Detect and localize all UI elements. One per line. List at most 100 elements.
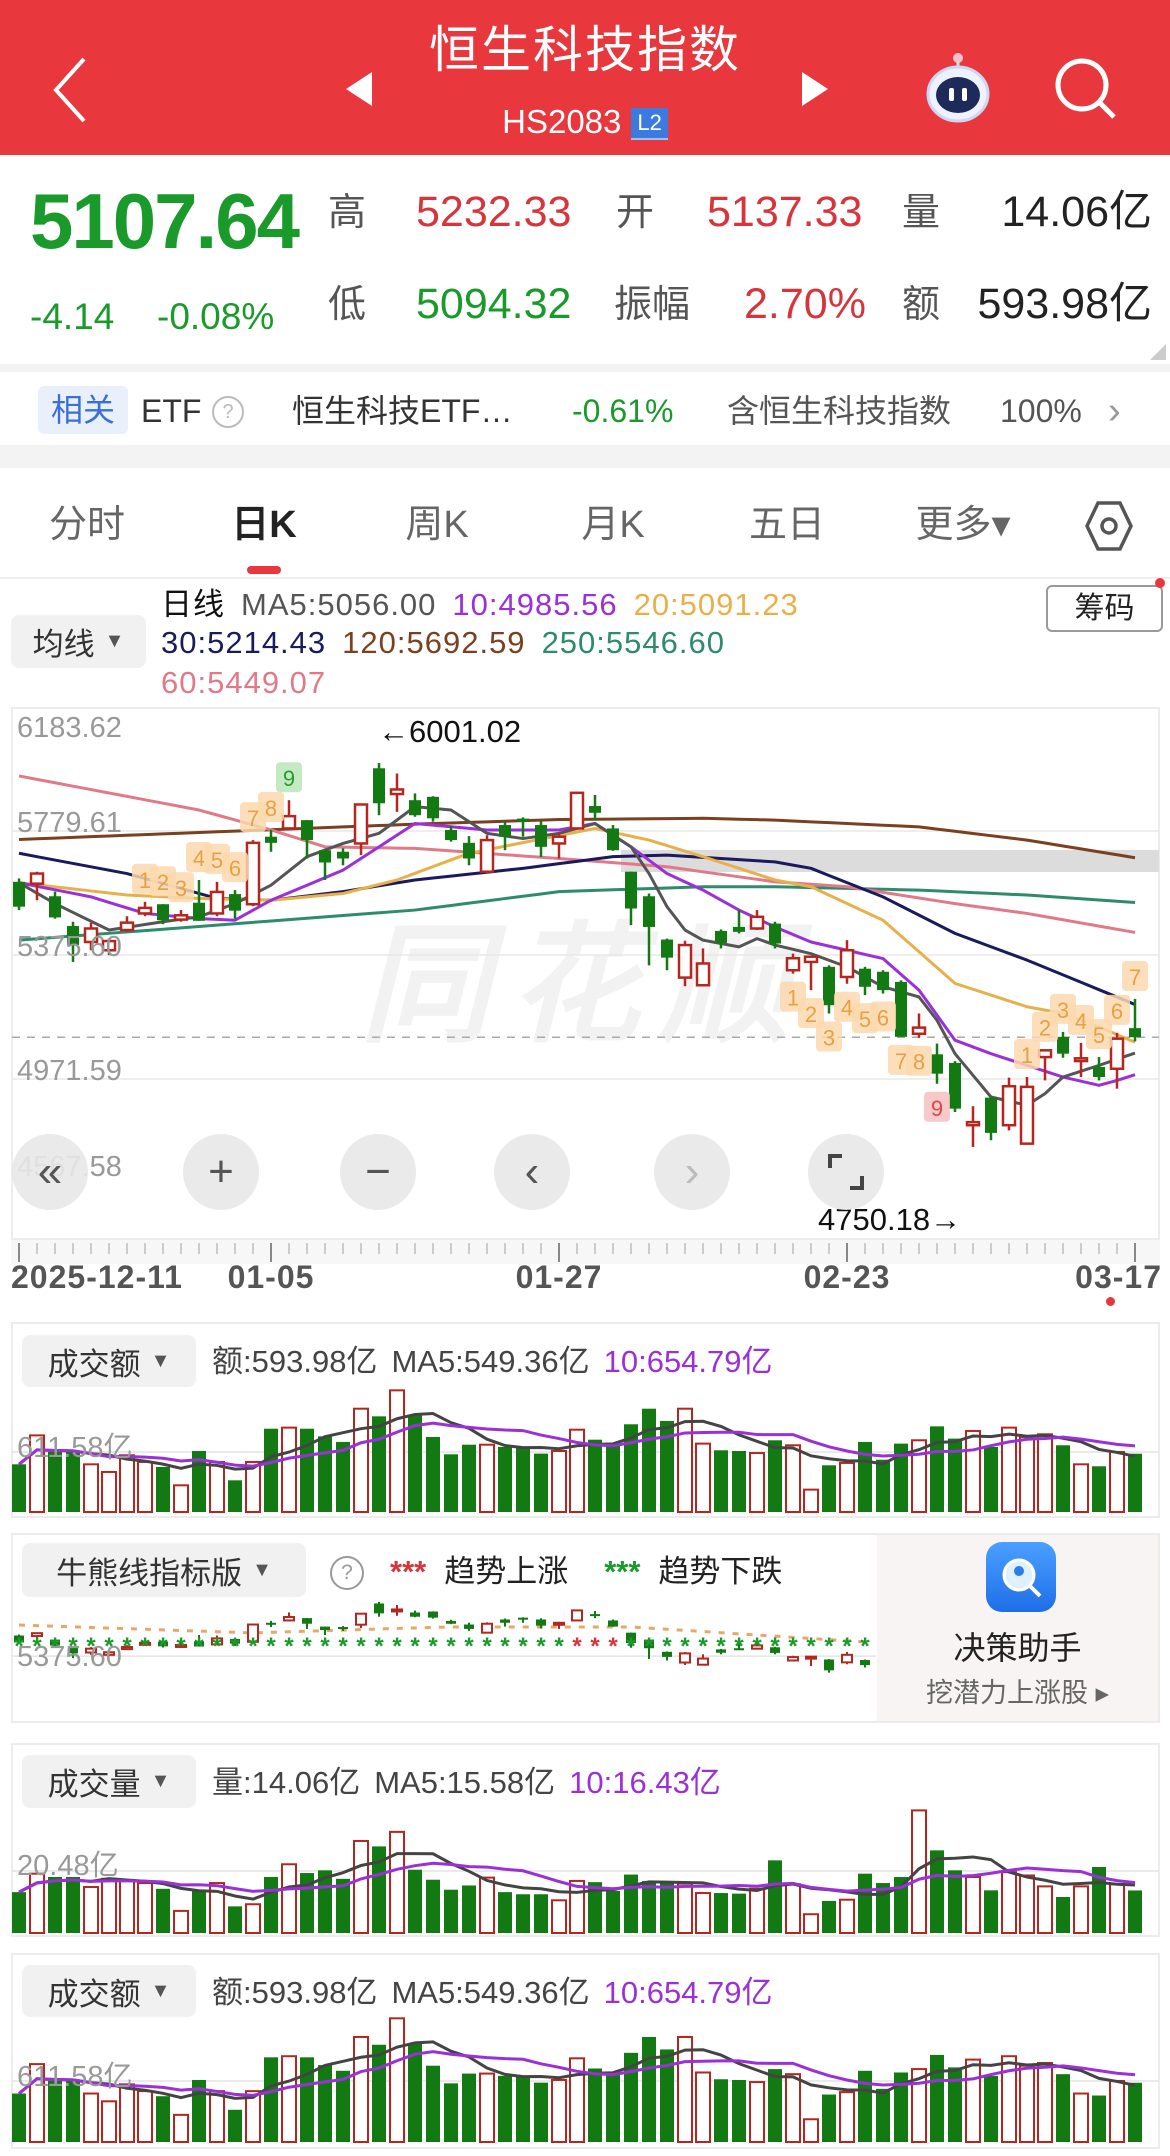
period-label: 日线 bbox=[161, 587, 225, 622]
caret-down-icon: ▼ bbox=[150, 1349, 171, 1372]
amount-ma5: MA5:549.36亿 bbox=[391, 1975, 590, 2010]
zoom-in-button[interactable]: + bbox=[183, 1134, 259, 1210]
scroll-right-button[interactable]: › bbox=[654, 1134, 730, 1210]
date-label: 01-27 bbox=[515, 1259, 603, 1295]
decision-assistant-subtitle[interactable]: 挖潜力上涨股 ▸ bbox=[877, 1676, 1158, 1710]
divider bbox=[0, 364, 1170, 372]
latest-date-dot bbox=[1106, 1297, 1115, 1306]
volume-ref-label: 20.48亿 bbox=[17, 1850, 119, 1882]
help-icon[interactable]: ? bbox=[330, 1556, 364, 1590]
amount-current: 额:593.98亿 bbox=[212, 1975, 378, 2010]
amount-indicator-selector[interactable]: 成交额 ▼ bbox=[22, 1335, 196, 1387]
y-axis-label: 6183.62 bbox=[17, 712, 122, 744]
amount-ref-label-2: 611.58亿 bbox=[17, 2061, 133, 2093]
downtrend-marker: *** bbox=[604, 1554, 641, 1589]
uptrend-label: 趋势上涨 bbox=[444, 1554, 569, 1589]
settings-hexagon-icon[interactable] bbox=[1084, 500, 1134, 552]
amplitude-value: 2.70% bbox=[744, 280, 866, 328]
date-label: 03-17 bbox=[1075, 1259, 1162, 1295]
amount-legend: 额:593.98亿 MA5:549.36亿 10:654.79亿 bbox=[212, 1342, 773, 1382]
divider bbox=[0, 445, 1170, 468]
ma-legend-row-3: 60:5449.07 bbox=[161, 664, 326, 702]
volume-ma5: MA5:15.58亿 bbox=[374, 1765, 556, 1800]
rewind-button[interactable]: « bbox=[12, 1134, 88, 1210]
open-value: 5137.33 bbox=[707, 188, 863, 236]
etf-holding-label: 含恒生科技指数 bbox=[727, 393, 952, 429]
etf-holding-pct: 100% bbox=[1000, 393, 1082, 429]
etf-fund-link[interactable]: 恒生科技ETF… bbox=[292, 388, 512, 434]
volume-value: 14.06亿 bbox=[1001, 188, 1152, 236]
amount-value: 593.98亿 bbox=[977, 280, 1152, 328]
bull-bear-selector[interactable]: 牛熊线指标版 ▼ bbox=[22, 1543, 306, 1597]
amplitude-label: 振幅 bbox=[614, 284, 691, 326]
ma30-value: 30:5214.43 bbox=[161, 625, 327, 660]
caret-down-icon: ▼ bbox=[150, 1979, 171, 2002]
zoom-out-button[interactable]: − bbox=[340, 1134, 416, 1210]
caret-down-icon: ▼ bbox=[252, 1558, 272, 1581]
open-label: 开 bbox=[616, 192, 655, 234]
search-icon[interactable] bbox=[1052, 55, 1122, 125]
high-label: 高 bbox=[328, 192, 367, 234]
next-stock-icon[interactable] bbox=[802, 72, 828, 106]
ma-legend-row-2: 30:5214.43 120:5692.59 250:5546.60 bbox=[161, 624, 725, 662]
date-label: 01-05 bbox=[227, 1259, 315, 1295]
bull-bear-legend: *** 趋势上涨 *** 趋势下跌 bbox=[390, 1552, 782, 1592]
y-axis-label: 4971.59 bbox=[17, 1055, 122, 1087]
decision-assistant-title[interactable]: 决策助手 bbox=[877, 1628, 1158, 1668]
help-icon[interactable]: ? bbox=[212, 396, 244, 428]
watermark-logo: 同花顺 bbox=[359, 912, 810, 1058]
ma20-value: 20:5091.23 bbox=[633, 587, 799, 622]
ma120-value: 120:5692.59 bbox=[342, 625, 526, 660]
caret-down-icon: ▼ bbox=[150, 1770, 171, 1792]
robot-assistant-icon[interactable] bbox=[918, 48, 998, 128]
ma10-value: 10:4985.56 bbox=[452, 587, 618, 622]
date-label: 02-23 bbox=[803, 1259, 891, 1295]
date-label: 2025-12-11 bbox=[11, 1259, 183, 1295]
volume-legend: 量:14.06亿 MA5:15.58亿 10:16.43亿 bbox=[212, 1763, 721, 1803]
tab-monthly-k[interactable]: 月K bbox=[581, 500, 644, 550]
decision-assistant-icon[interactable] bbox=[986, 1542, 1056, 1612]
tab-more[interactable]: 更多▾ bbox=[915, 500, 1010, 550]
tab-intraday[interactable]: 分时 bbox=[49, 500, 125, 550]
chevron-right-icon[interactable]: › bbox=[1108, 388, 1121, 434]
amount-current: 额:593.98亿 bbox=[212, 1344, 378, 1379]
expand-corner-icon[interactable] bbox=[1150, 344, 1166, 360]
downtrend-label: 趋势下跌 bbox=[658, 1554, 783, 1589]
amount-ref-label: 611.58亿 bbox=[17, 1432, 133, 1464]
ma250-value: 250:5546.60 bbox=[541, 625, 725, 660]
ma-selector-label: 均线 bbox=[32, 627, 95, 662]
amount-label: 额 bbox=[902, 284, 941, 326]
divider bbox=[0, 577, 1170, 579]
ma-selector-button[interactable]: 均线 ▼ bbox=[11, 615, 146, 668]
uptrend-marker: *** bbox=[390, 1554, 427, 1589]
price-change-pct: -0.08% bbox=[157, 296, 275, 337]
chips-button[interactable]: 筹码 bbox=[1046, 585, 1163, 632]
ma-legend-row-1: 日线 MA5:5056.00 10:4985.56 20:5091.23 bbox=[161, 586, 799, 624]
tab-five-day[interactable]: 五日 bbox=[749, 500, 825, 550]
y-axis-label: 5375.60 bbox=[17, 931, 122, 963]
volume-indicator-selector[interactable]: 成交量 ▼ bbox=[22, 1755, 196, 1808]
related-badge: 相关 bbox=[38, 386, 128, 434]
ma60-value: 60:5449.07 bbox=[161, 665, 327, 700]
low-value: 5094.32 bbox=[416, 280, 572, 328]
amount-ma10: 10:654.79亿 bbox=[603, 1344, 773, 1379]
stock-detail-page: 恒生科技指数 HS2083 L2 5107.64 -4.14 -0.08% 高 5… bbox=[0, 0, 1170, 2156]
etf-label: ETF bbox=[141, 393, 202, 429]
fullscreen-icon bbox=[828, 1154, 864, 1190]
tab-weekly-k[interactable]: 周K bbox=[405, 500, 468, 550]
volume-current: 量:14.06亿 bbox=[212, 1765, 361, 1800]
selector-label: 牛熊线指标版 bbox=[56, 1555, 243, 1591]
y-axis-label: 5779.61 bbox=[17, 807, 122, 839]
amount-ma10: 10:654.79亿 bbox=[603, 1975, 773, 2010]
amount-indicator-selector-2[interactable]: 成交额 ▼ bbox=[22, 1965, 196, 2017]
low-label: 低 bbox=[328, 284, 367, 326]
stock-code-text: HS2083 bbox=[502, 103, 622, 140]
etf-fund-change: -0.61% bbox=[572, 393, 674, 429]
bull-bear-ref-label: 5375.60 bbox=[17, 1641, 122, 1673]
volume-ma10: 10:16.43亿 bbox=[569, 1765, 721, 1800]
fullscreen-button[interactable] bbox=[808, 1134, 884, 1210]
period-high-label: ←6001.02 bbox=[378, 714, 522, 749]
caret-down-icon: ▼ bbox=[104, 630, 125, 652]
tab-daily-k[interactable]: 日K bbox=[231, 500, 296, 550]
scroll-left-button[interactable]: ‹ bbox=[494, 1134, 570, 1210]
